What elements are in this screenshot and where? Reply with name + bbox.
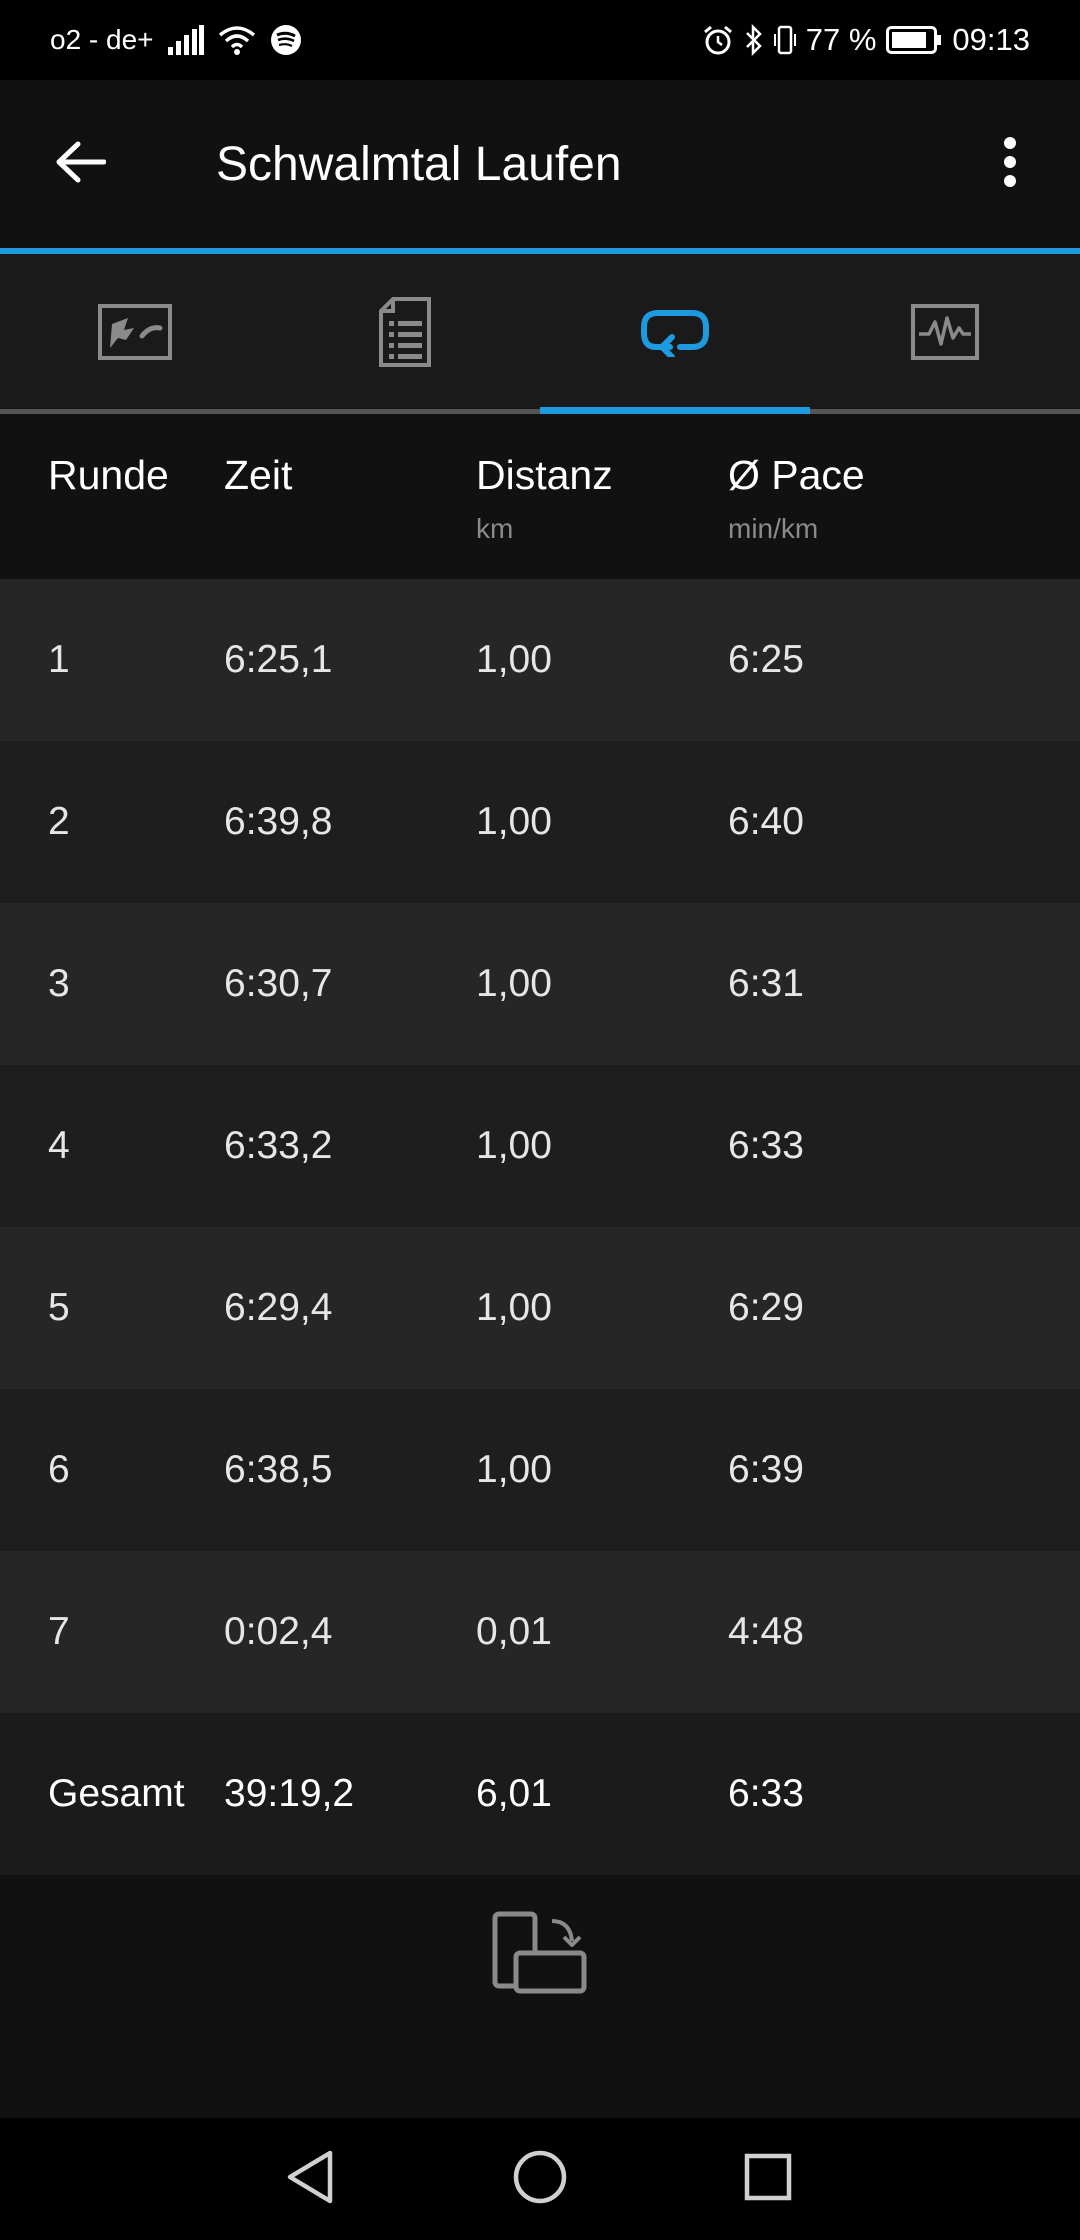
table-total-row: Gesamt 39:19,2 6,01 6:33	[0, 1713, 1080, 1875]
lap-number: 2	[48, 800, 70, 843]
lap-pace: 4:48	[728, 1610, 804, 1653]
lap-distance: 1,00	[476, 638, 552, 681]
circle-home-icon	[512, 2149, 568, 2210]
lap-time: 6:39,8	[224, 800, 333, 843]
header-pace-label: Ø Pace	[728, 452, 865, 498]
lap-time: 6:38,5	[224, 1448, 333, 1491]
rotate-screen-icon	[492, 1911, 588, 2000]
nav-recents-button[interactable]	[733, 2144, 803, 2214]
lap-number: 5	[48, 1286, 70, 1329]
lap-pace: 6:39	[728, 1448, 804, 1491]
lap-time: 0:02,4	[224, 1610, 333, 1653]
tab-details[interactable]	[270, 254, 540, 414]
total-time: 39:19,2	[224, 1772, 355, 1815]
header-distance: Distanz km	[476, 452, 613, 545]
header-time: Zeit	[224, 452, 292, 499]
lap-number: 3	[48, 962, 70, 1005]
vibrate-icon	[773, 24, 796, 56]
lap-distance: 1,00	[476, 1124, 552, 1167]
alarm-icon	[702, 24, 734, 56]
lap-time: 6:29,4	[224, 1286, 333, 1329]
header-lap: Runde	[48, 452, 169, 499]
lap-number: 4	[48, 1124, 70, 1167]
triangle-back-icon	[284, 2149, 336, 2210]
table-row[interactable]: 4 6:33,2 1,00 6:33	[0, 1065, 1080, 1227]
chart-icon	[911, 303, 979, 365]
lap-pace: 6:25	[728, 638, 804, 681]
header-time-label: Zeit	[224, 452, 293, 498]
battery-percent: 77 %	[805, 22, 877, 57]
total-pace: 6:33	[728, 1772, 804, 1815]
header-pace: Ø Pace min/km	[728, 452, 865, 545]
nav-home-button[interactable]	[505, 2144, 575, 2214]
table-row[interactable]: 5 6:29,4 1,00 6:29	[0, 1227, 1080, 1389]
table-row[interactable]: 6 6:38,5 1,00 6:39	[0, 1389, 1080, 1551]
lap-time: 6:30,7	[224, 962, 333, 1005]
page-title: Schwalmtal Laufen	[216, 137, 622, 191]
lap-distance: 1,00	[476, 1286, 552, 1329]
tab-underline-active	[540, 407, 810, 414]
system-nav-bar	[0, 2118, 1080, 2240]
lap-number: 6	[48, 1448, 70, 1491]
total-label: Gesamt	[48, 1772, 185, 1815]
header-distance-unit: km	[476, 513, 514, 544]
total-distance: 6,01	[476, 1772, 552, 1815]
lap-distance: 1,00	[476, 800, 552, 843]
table-row[interactable]: 1 6:25,1 1,00 6:25	[0, 579, 1080, 741]
square-recents-icon	[743, 2152, 793, 2207]
table-row[interactable]: 2 6:39,8 1,00 6:40	[0, 741, 1080, 903]
back-button[interactable]	[40, 124, 120, 204]
lap-pace: 6:40	[728, 800, 804, 843]
bluetooth-icon	[744, 24, 764, 56]
spotify-icon	[270, 24, 302, 56]
rotate-screen-button[interactable]	[490, 1905, 590, 2005]
table-row[interactable]: 3 6:30,7 1,00 6:31	[0, 903, 1080, 1065]
lap-number: 1	[48, 638, 70, 681]
status-right: 77 % 09:13	[702, 0, 1030, 80]
tab-laps[interactable]	[540, 254, 810, 414]
tab-map[interactable]	[0, 254, 270, 414]
status-bar: o2 - de+ 77 % 09:13	[0, 0, 1080, 80]
lap-pace: 6:31	[728, 962, 804, 1005]
tab-bar	[0, 254, 1080, 414]
laps-table-body: 1 6:25,1 1,00 6:25 2 6:39,8 1,00 6:40 3 …	[0, 579, 1080, 1875]
document-list-icon	[379, 296, 431, 372]
battery-icon	[886, 26, 942, 54]
status-left: o2 - de+	[50, 0, 302, 80]
lap-time: 6:33,2	[224, 1124, 333, 1167]
lap-number: 7	[48, 1610, 70, 1653]
carrier-label: o2 - de+	[50, 24, 154, 55]
header-lap-label: Runde	[48, 452, 169, 498]
laps-icon	[640, 307, 710, 362]
nav-back-button[interactable]	[275, 2144, 345, 2214]
lap-distance: 1,00	[476, 1448, 552, 1491]
clock: 09:13	[952, 22, 1030, 57]
header-pace-unit: min/km	[728, 513, 819, 544]
lap-pace: 6:33	[728, 1124, 804, 1167]
tab-charts[interactable]	[810, 254, 1080, 414]
laps-table-header: Runde Zeit Distanz km Ø Pace min/km	[0, 414, 1080, 579]
table-row[interactable]: 7 0:02,4 0,01 4:48	[0, 1551, 1080, 1713]
more-vertical-icon	[1003, 136, 1017, 192]
wifi-icon	[218, 25, 256, 55]
lap-time: 6:25,1	[224, 638, 333, 681]
header-distance-label: Distanz	[476, 452, 613, 498]
overflow-menu-button[interactable]	[970, 124, 1050, 204]
lap-distance: 0,01	[476, 1610, 552, 1653]
lap-distance: 1,00	[476, 962, 552, 1005]
app-bar: Schwalmtal Laufen	[0, 80, 1080, 248]
arrow-left-icon	[54, 140, 107, 189]
signal-icon	[167, 25, 204, 55]
lap-pace: 6:29	[728, 1286, 804, 1329]
rotate-area	[0, 1875, 1080, 2118]
map-icon	[98, 303, 172, 365]
